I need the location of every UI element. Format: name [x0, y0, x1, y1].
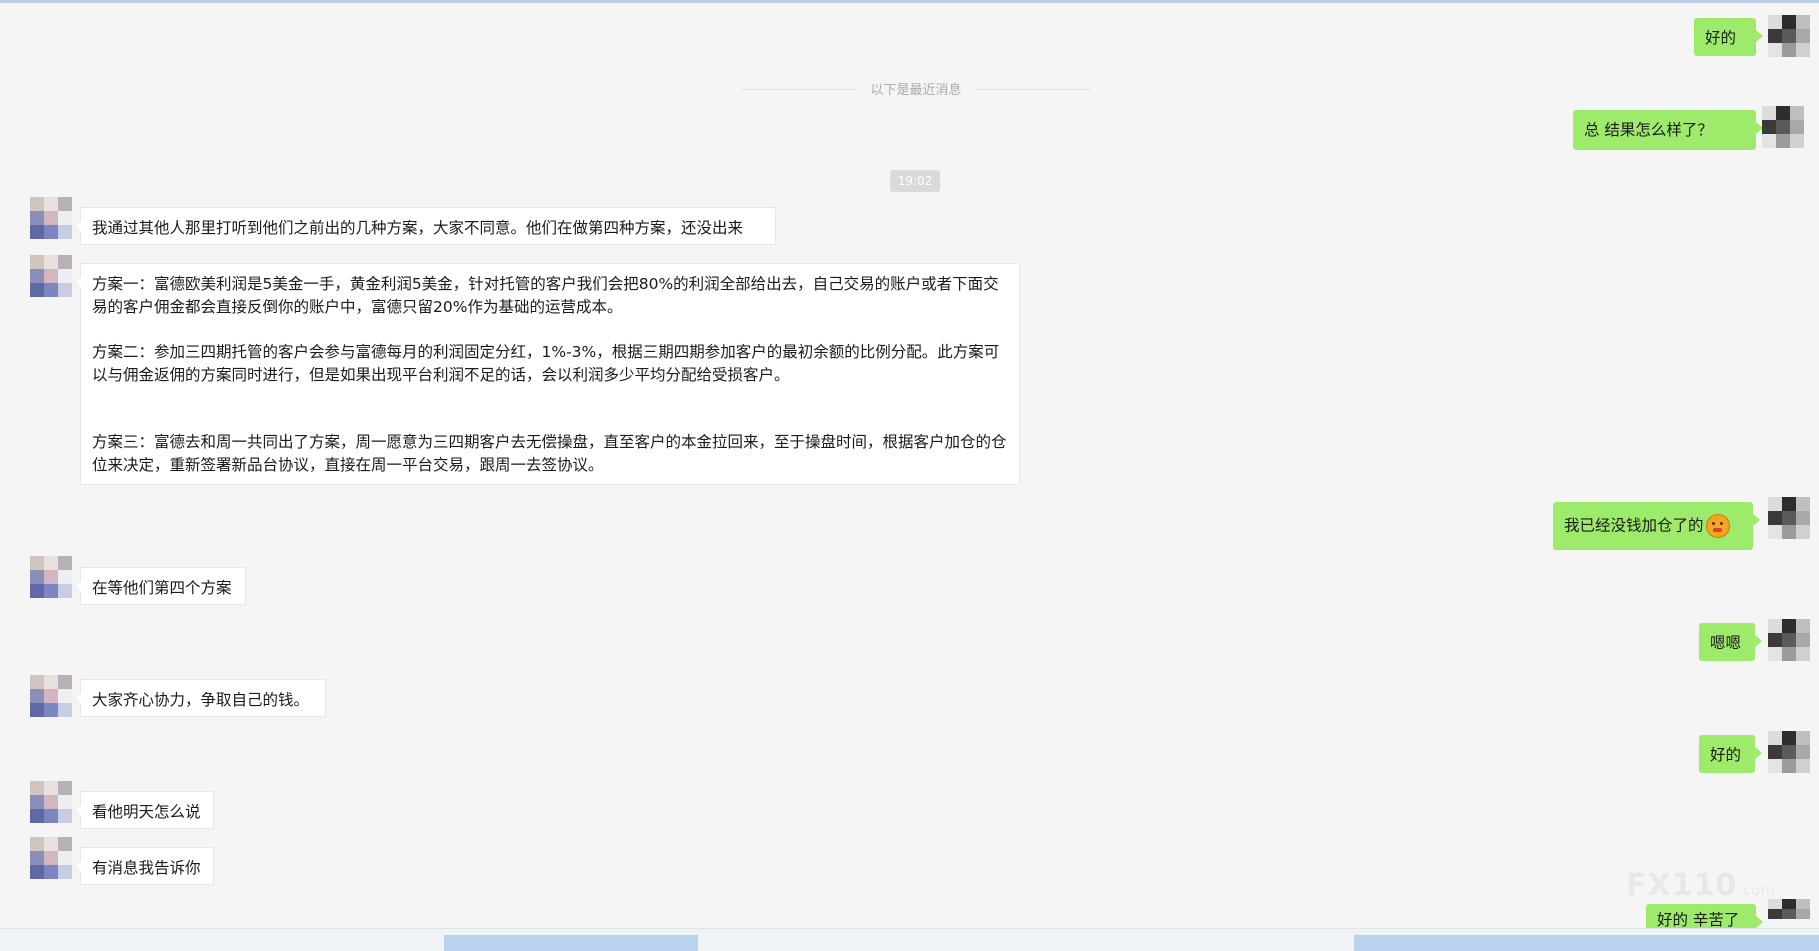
message-bubble-incoming[interactable]: 看他明天怎么说 — [74, 791, 214, 829]
angry-face-emoji-icon — [1705, 514, 1730, 538]
message-bubble-incoming[interactable]: 我通过其他人那里打听到他们之前出的几种方案，大家不同意。他们在做第四种方案，还没… — [74, 207, 776, 245]
message-bubble-outgoing[interactable]: 嗯嗯 — [1699, 623, 1762, 661]
chat-message-area[interactable]: 好的 以下是最近消息 总 结果怎么样了？ 19:02 我通过其他人那里打听到他们… — [0, 3, 1819, 932]
message-text: 好的 辛苦了 — [1657, 911, 1740, 929]
recent-messages-divider: 以下是最近消息 — [742, 79, 1090, 99]
avatar[interactable] — [1768, 899, 1810, 929]
avatar[interactable] — [1768, 731, 1810, 773]
avatar[interactable] — [30, 255, 72, 297]
message-text: 嗯嗯 — [1710, 634, 1742, 652]
bottom-taskbar-strip — [0, 928, 1819, 951]
avatar[interactable] — [30, 837, 72, 879]
message-text: 有消息我告诉你 — [92, 859, 201, 877]
message-text: 大家齐心协力，争取自己的钱。 — [92, 691, 310, 709]
avatar[interactable] — [30, 781, 72, 823]
avatar[interactable] — [1768, 497, 1810, 539]
message-bubble-incoming[interactable]: 有消息我告诉你 — [74, 847, 214, 885]
message-text: 总 结果怎么样了？ — [1584, 121, 1713, 139]
taskbar-segment[interactable] — [1354, 935, 1819, 951]
avatar[interactable] — [30, 675, 72, 717]
message-text: 我已经没钱加仓了的 — [1564, 516, 1704, 535]
message-text: 好的 — [1705, 29, 1737, 47]
message-bubble-outgoing[interactable]: 总 结果怎么样了？ — [1573, 110, 1763, 150]
plan-three-text: 方案三：富德去和周一共同出了方案，周一愿意为三四期客户去无偿操盘，直至客户的本金… — [92, 433, 1007, 474]
taskbar-segment[interactable] — [444, 935, 698, 951]
message-bubble-incoming[interactable]: 在等他们第四个方案 — [74, 567, 246, 605]
avatar[interactable] — [1768, 619, 1810, 661]
message-bubble-incoming[interactable]: 大家齐心协力，争取自己的钱。 — [74, 679, 326, 717]
message-bubble-incoming[interactable]: 方案一：富德欧美利润是5美金一手，黄金利润5美金，针对托管的客户我们会把80%的… — [74, 263, 1020, 485]
message-text: 我通过其他人那里打听到他们之前出的几种方案，大家不同意。他们在做第四种方案，还没… — [92, 219, 744, 237]
message-bubble-outgoing[interactable]: 好的 — [1699, 735, 1762, 773]
message-text: 好的 — [1710, 746, 1742, 764]
plan-one-text: 方案一：富德欧美利润是5美金一手，黄金利润5美金，针对托管的客户我们会把80%的… — [92, 275, 999, 316]
divider-text: 以下是最近消息 — [870, 83, 962, 98]
avatar[interactable] — [1768, 15, 1810, 57]
message-bubble-outgoing[interactable]: 好的 — [1694, 18, 1763, 56]
avatar[interactable] — [1762, 106, 1804, 148]
timestamp-pill: 19:02 — [890, 170, 940, 192]
message-text: 看他明天怎么说 — [92, 803, 201, 821]
message-text: 在等他们第四个方案 — [92, 579, 232, 597]
avatar[interactable] — [30, 556, 72, 598]
message-bubble-outgoing[interactable]: 我已经没钱加仓了的 — [1553, 502, 1760, 550]
avatar[interactable] — [30, 197, 72, 239]
fx110-watermark-logo: FX110.com — [1626, 868, 1776, 903]
plan-two-text: 方案二：参加三四期托管的客户会参与富德每月的利润固定分红，1%-3%，根据三期四… — [92, 343, 1000, 384]
